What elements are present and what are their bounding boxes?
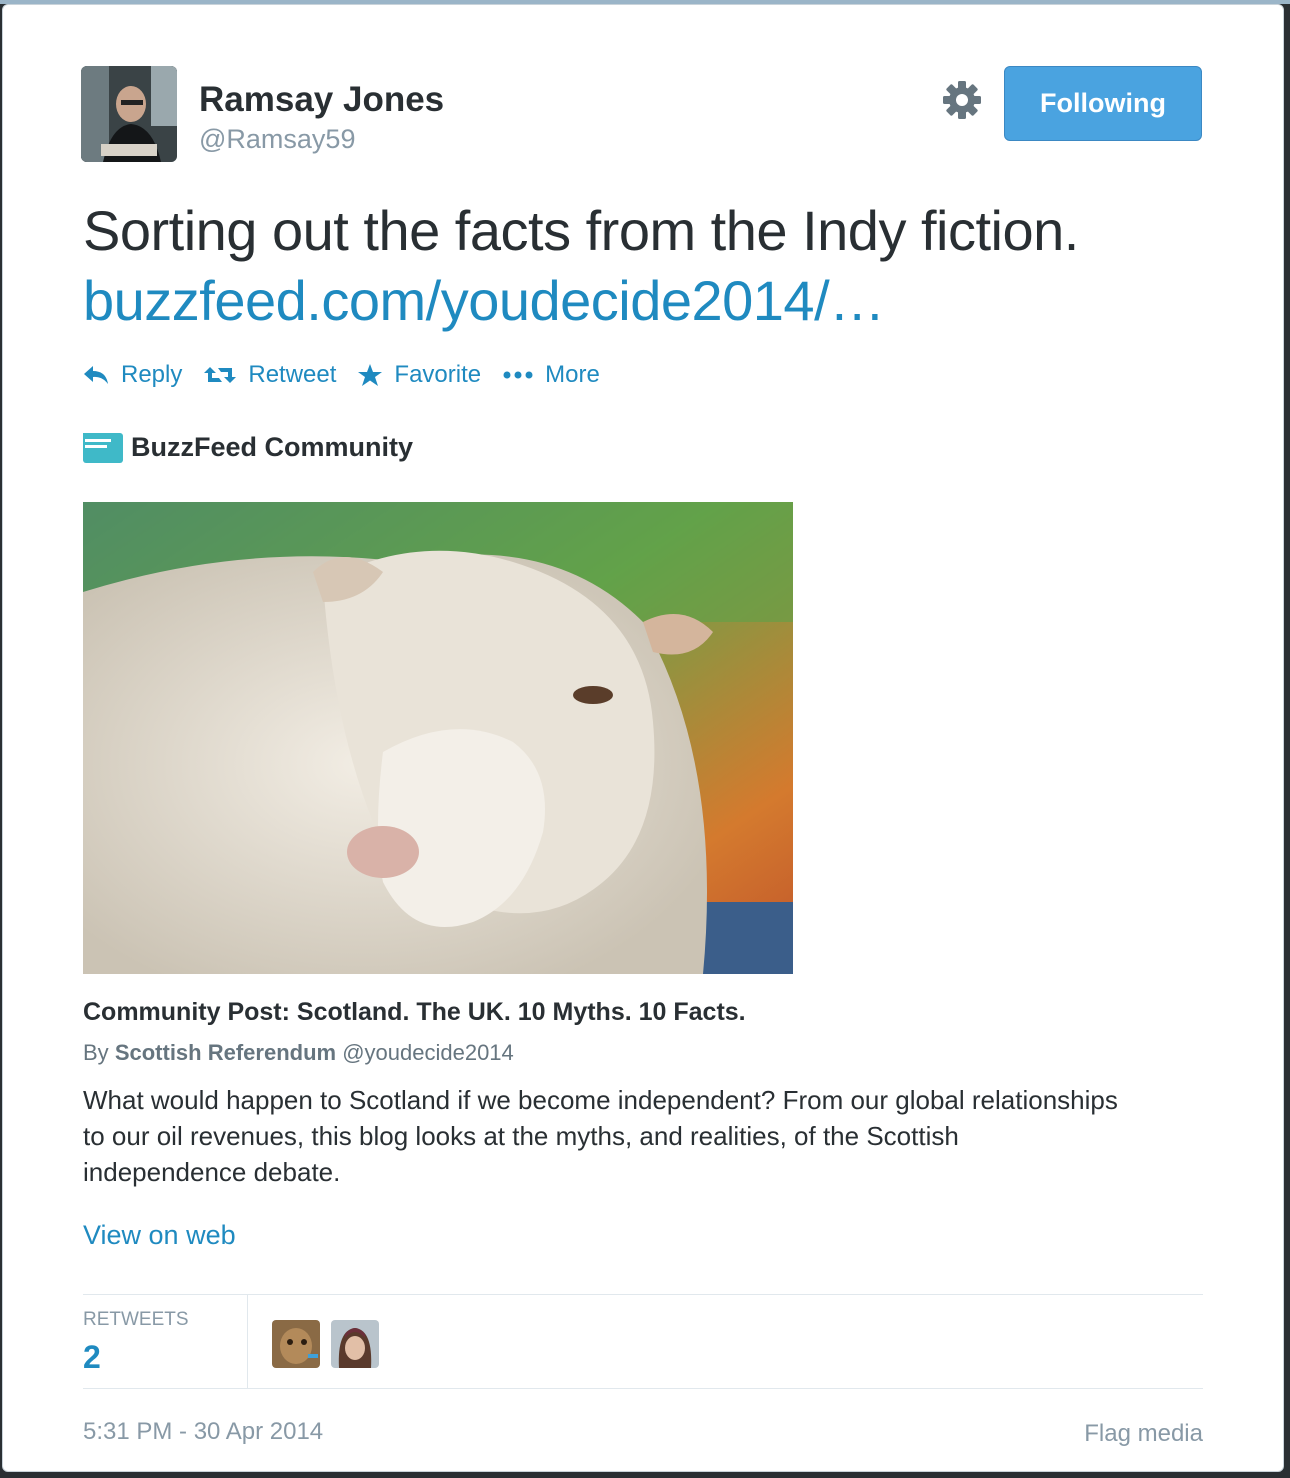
flag-media-link[interactable]: Flag media bbox=[1084, 1420, 1203, 1448]
source-name[interactable]: BuzzFeed Community bbox=[131, 432, 413, 463]
retweets-label: RETWEETS bbox=[83, 1309, 189, 1330]
byline-author[interactable]: Scottish Referendum bbox=[115, 1040, 336, 1065]
sheep-photo bbox=[83, 502, 793, 974]
gear-icon[interactable] bbox=[940, 78, 984, 122]
tweet-body: Sorting out the facts from the Indy fict… bbox=[83, 199, 1079, 262]
more-button[interactable]: More bbox=[503, 361, 600, 389]
more-dots-icon bbox=[503, 371, 533, 379]
retweet-icon bbox=[204, 367, 237, 383]
retweet-label: Retweet bbox=[248, 361, 337, 388]
byline-handle[interactable]: @youdecide2014 bbox=[342, 1040, 514, 1065]
view-on-web-link[interactable]: View on web bbox=[83, 1220, 236, 1251]
following-button[interactable]: Following bbox=[1004, 66, 1202, 141]
reply-button[interactable]: Reply bbox=[83, 361, 182, 389]
retweeter-photo bbox=[331, 1320, 379, 1368]
tweet-stats: RETWEETS 2 bbox=[83, 1294, 1203, 1389]
retweeter-avatar[interactable] bbox=[331, 1320, 379, 1368]
favorite-label: Favorite bbox=[394, 361, 482, 388]
tweet-timestamp: 5:31 PM - 30 Apr 2014 bbox=[83, 1418, 324, 1445]
favorite-button[interactable]: Favorite bbox=[358, 361, 481, 389]
tweet-text: Sorting out the facts from the Indy fict… bbox=[83, 196, 1203, 336]
logo-mark bbox=[83, 432, 118, 457]
star-icon bbox=[358, 364, 383, 386]
retweeter-photo bbox=[272, 1320, 320, 1368]
more-label: More bbox=[545, 361, 600, 388]
card-title[interactable]: Community Post: Scotland. The UK. 10 Myt… bbox=[83, 998, 746, 1027]
retweeter-avatar[interactable] bbox=[272, 1320, 320, 1368]
reply-label: Reply bbox=[121, 361, 183, 388]
author-handle[interactable]: @Ramsay59 bbox=[199, 124, 355, 155]
stats-divider bbox=[247, 1295, 248, 1388]
reply-icon bbox=[84, 366, 108, 384]
retweets-count[interactable]: 2 bbox=[83, 1339, 101, 1376]
buzzfeed-community-logo bbox=[83, 432, 123, 463]
card-byline: By Scottish Referendum @youdecide2014 bbox=[83, 1040, 514, 1066]
retweet-button[interactable]: Retweet bbox=[204, 361, 336, 389]
author-name[interactable]: Ramsay Jones bbox=[199, 80, 444, 120]
author-avatar[interactable] bbox=[81, 66, 177, 162]
byline-prefix: By bbox=[83, 1040, 109, 1065]
avatar-photo bbox=[81, 66, 177, 162]
card-image[interactable] bbox=[83, 502, 793, 974]
card-source: BuzzFeed Community bbox=[83, 432, 413, 463]
tweet-link[interactable]: buzzfeed.com/youdecide2014/… bbox=[83, 266, 1203, 336]
tweet-actions: Reply Retweet Favorite More bbox=[83, 358, 622, 392]
card-summary: What would happen to Scotland if we beco… bbox=[83, 1085, 1118, 1187]
